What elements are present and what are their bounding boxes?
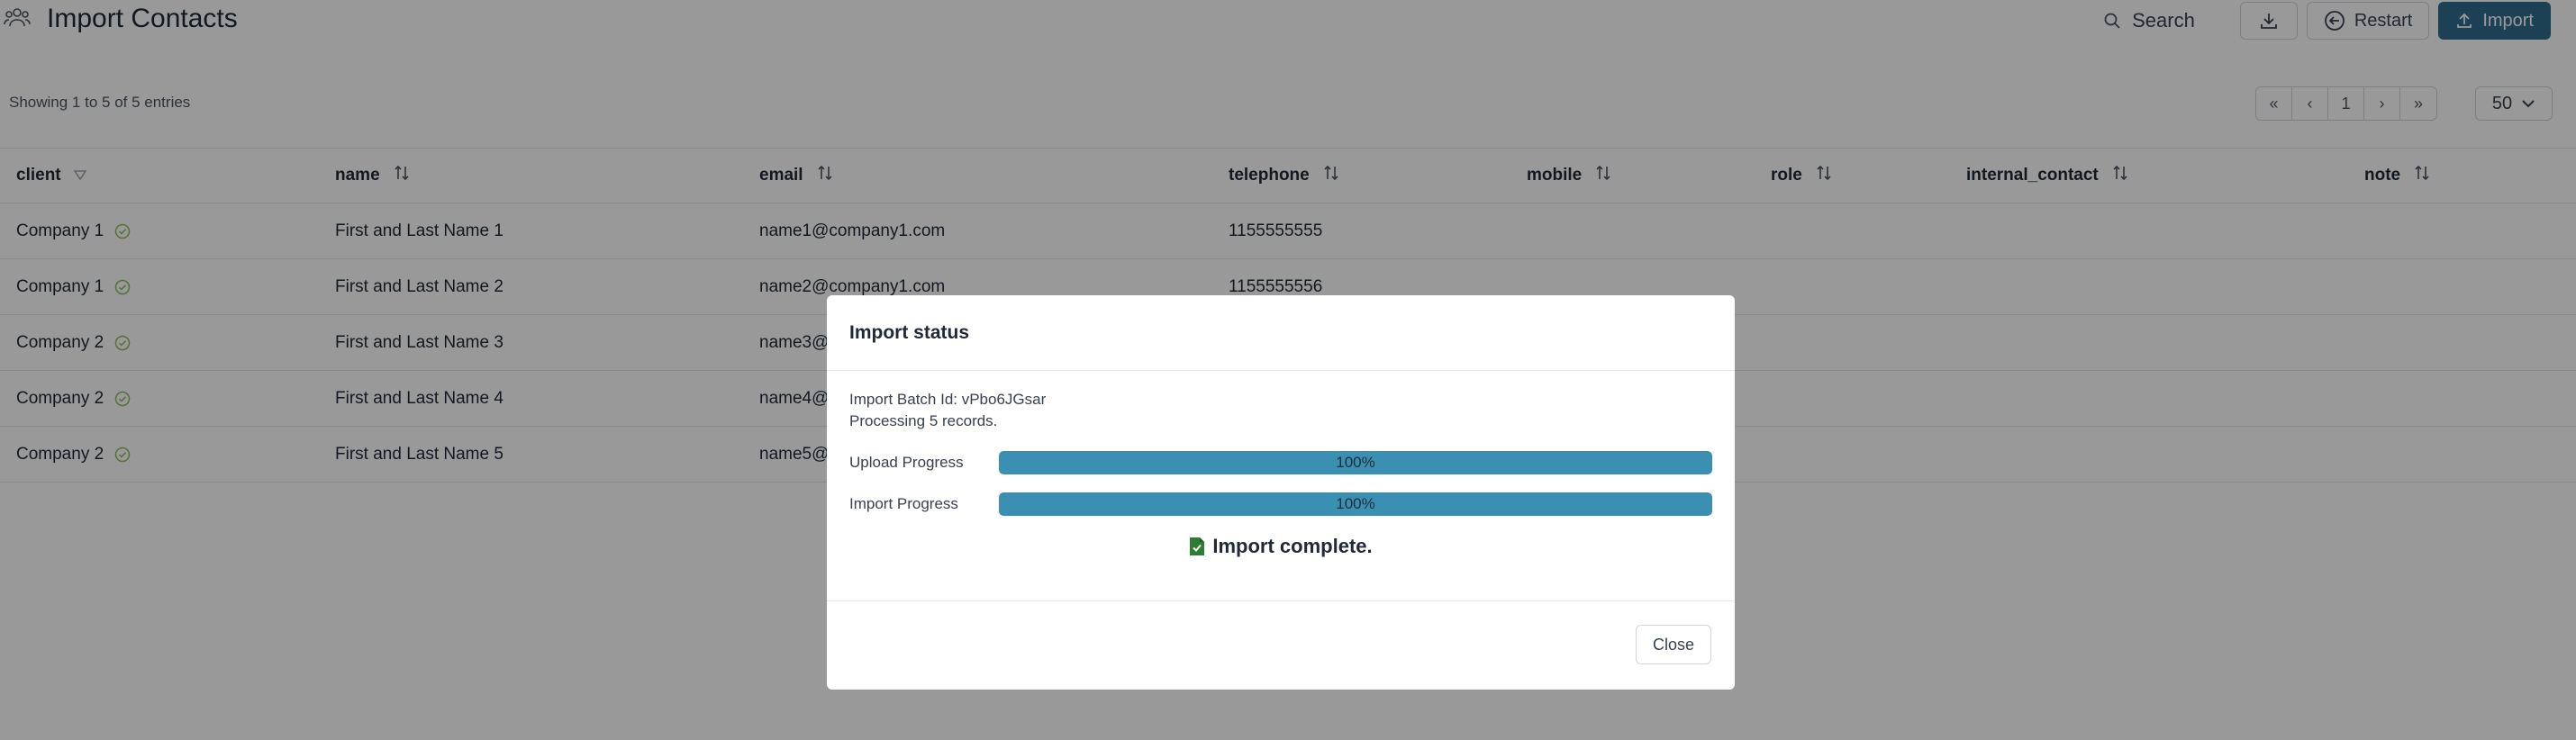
modal-body: Import Batch Id: vPbo6JGsar Processing 5… <box>827 371 1735 601</box>
import-complete-text: Import complete. <box>1212 535 1373 557</box>
modal-header: Import status <box>827 295 1735 371</box>
import-batch-id: Import Batch Id: vPbo6JGsar <box>849 391 1047 408</box>
modal-title: Import status <box>849 321 970 343</box>
import-progress-bar: 100% <box>999 492 1712 516</box>
close-button[interactable]: Close <box>1635 625 1711 664</box>
modal-footer: Close <box>827 601 1735 690</box>
upload-progress-text: 100% <box>1336 454 1375 471</box>
upload-progress-bar: 100% <box>999 451 1712 474</box>
import-progress-label: Import Progress <box>849 495 958 512</box>
import-progress-text: 100% <box>1336 495 1375 512</box>
import-progress-row: Import Progress 100% <box>849 492 1714 517</box>
upload-progress-label: Upload Progress <box>849 454 964 471</box>
upload-progress-row: Upload Progress 100% <box>849 450 1714 475</box>
import-complete-message: Import complete. <box>827 535 1735 558</box>
processing-text: Processing 5 records. <box>849 412 998 429</box>
file-check-icon <box>1190 537 1205 555</box>
import-status-modal: Import status Import Batch Id: vPbo6JGsa… <box>827 295 1735 690</box>
